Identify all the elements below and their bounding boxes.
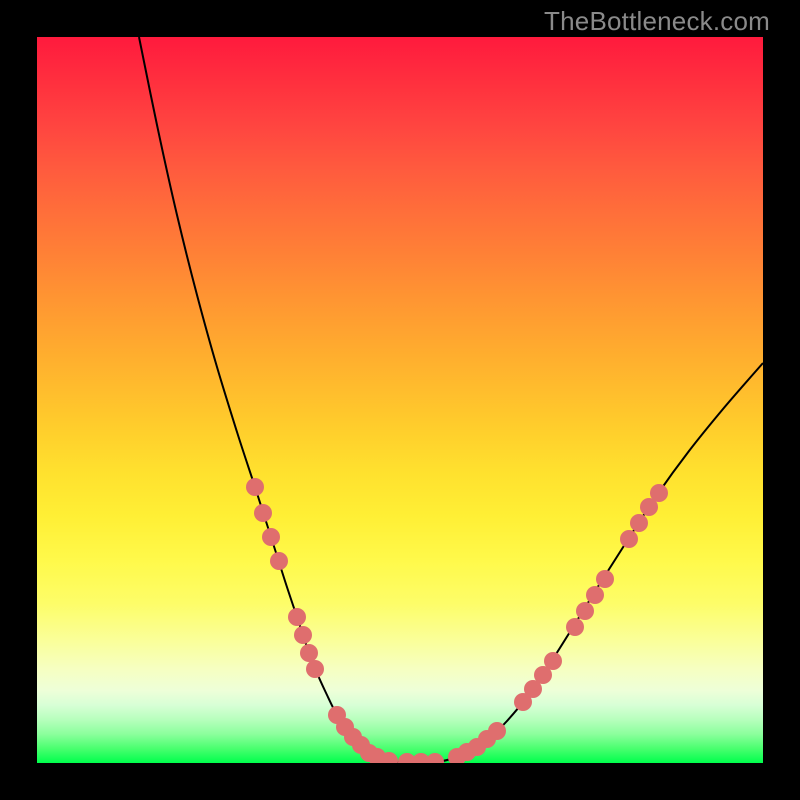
- bead-marker: [294, 626, 312, 644]
- bead-marker: [596, 570, 614, 588]
- bead-marker: [576, 602, 594, 620]
- bead-marker: [620, 530, 638, 548]
- watermark-text: TheBottleneck.com: [544, 6, 770, 37]
- bead-marker: [488, 722, 506, 740]
- bead-marker: [246, 478, 264, 496]
- chart-svg: [37, 37, 763, 763]
- bead-marker: [630, 514, 648, 532]
- bead-marker: [544, 652, 562, 670]
- bead-marker: [270, 552, 288, 570]
- plot-area: [37, 37, 763, 763]
- chart-frame: TheBottleneck.com: [0, 0, 800, 800]
- bead-marker: [586, 586, 604, 604]
- bead-marker: [566, 618, 584, 636]
- bead-marker: [288, 608, 306, 626]
- bead-marker: [306, 660, 324, 678]
- bead-marker: [254, 504, 272, 522]
- bead-marker: [650, 484, 668, 502]
- bead-group: [246, 478, 668, 763]
- bottleneck-curve: [139, 37, 763, 762]
- bead-marker: [262, 528, 280, 546]
- bead-marker: [426, 753, 444, 763]
- bead-marker: [300, 644, 318, 662]
